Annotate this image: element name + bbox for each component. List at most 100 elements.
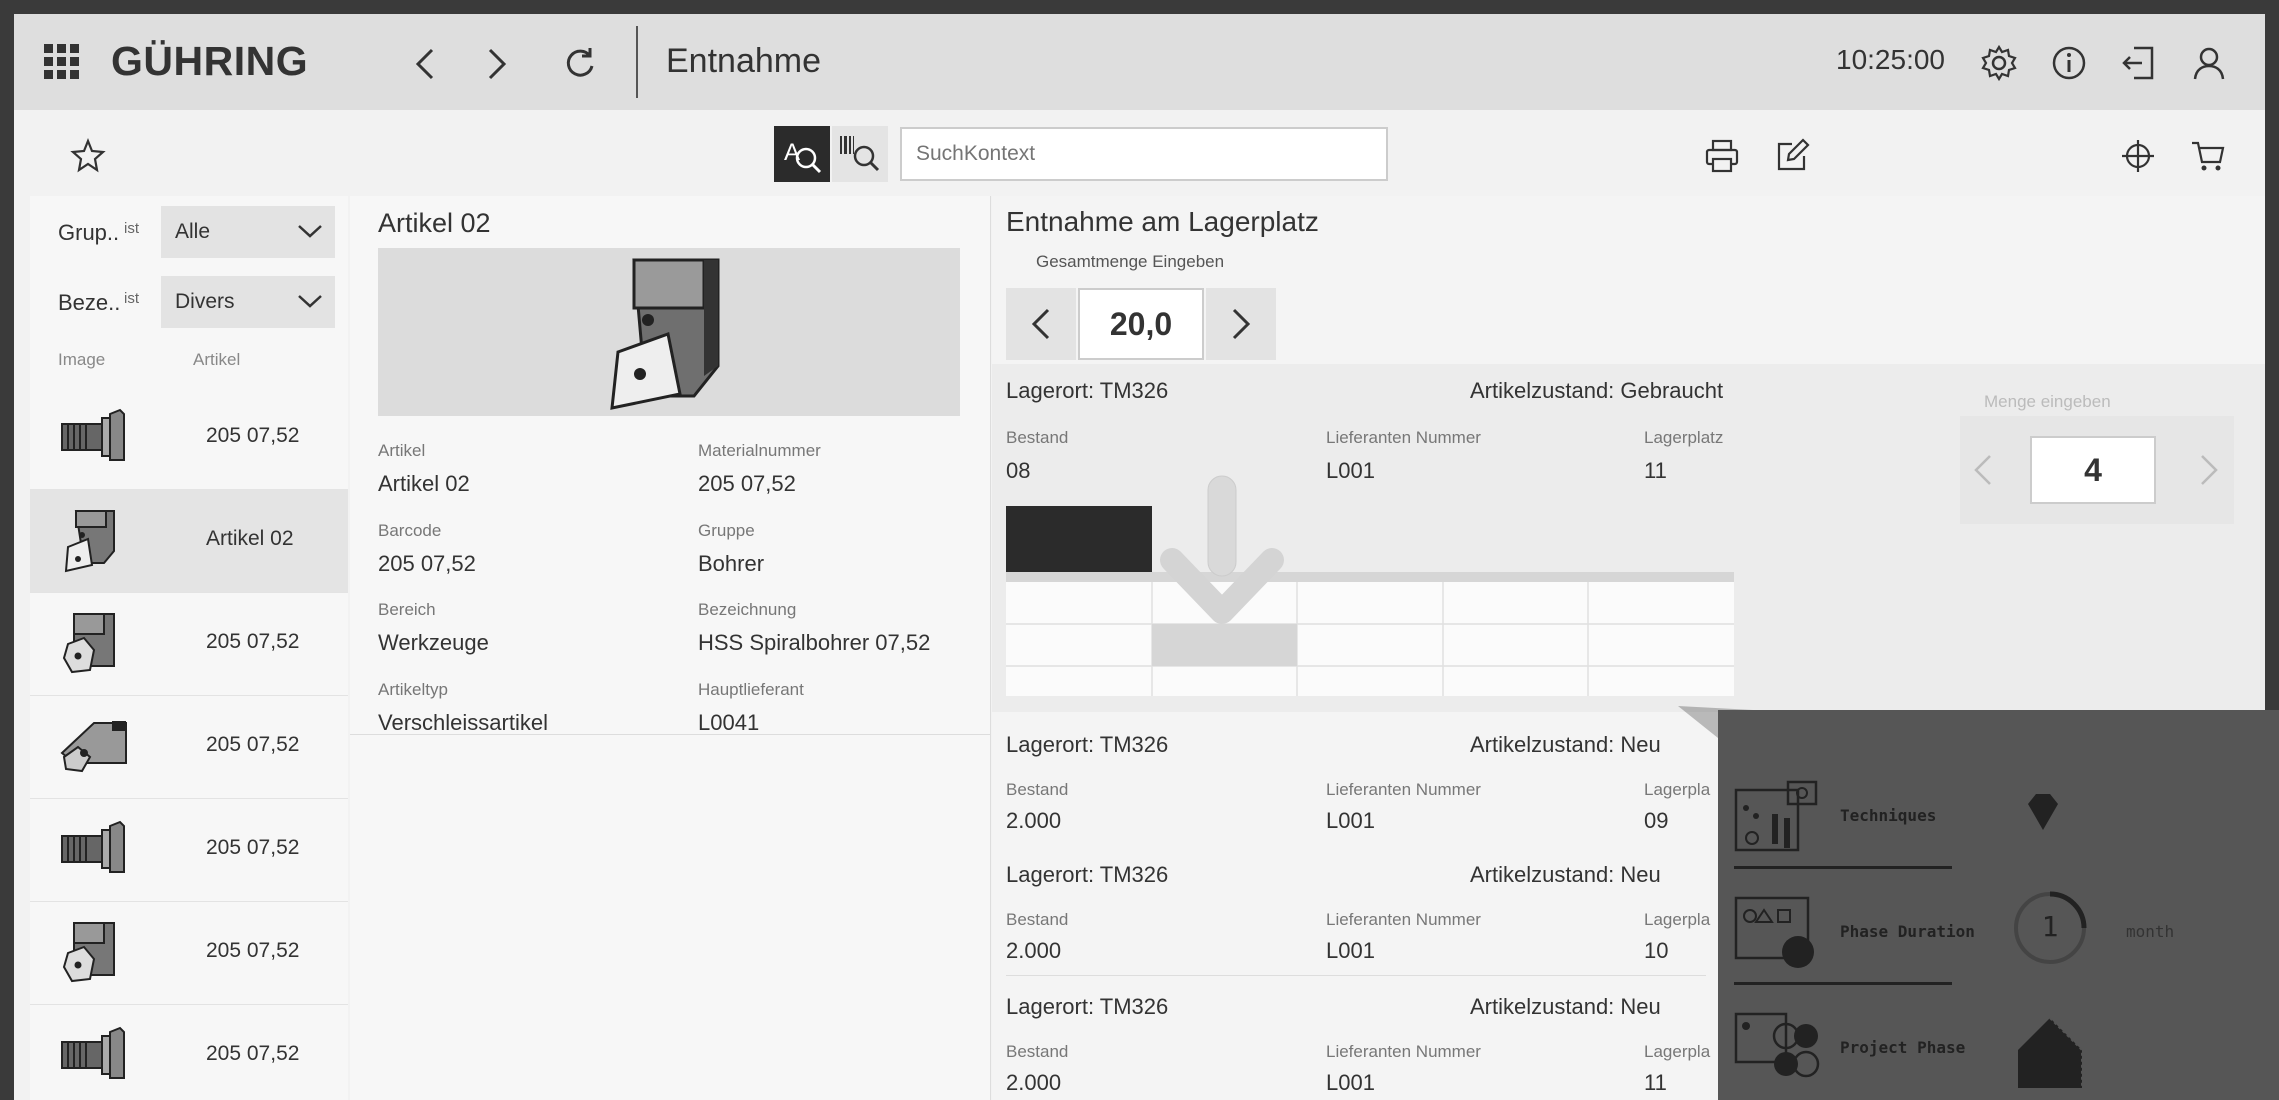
search-input[interactable]	[900, 127, 1388, 181]
field-value: Werkzeuge	[378, 630, 489, 655]
logout-icon[interactable]	[2120, 44, 2158, 82]
field-label: Materialnummer	[698, 441, 821, 460]
field-label: Gruppe	[698, 521, 755, 540]
chevron-down-icon	[298, 225, 322, 238]
field-value: Artikel 02	[378, 471, 470, 496]
filter-group-label: Grup..	[58, 220, 120, 245]
divider	[1734, 982, 1952, 985]
withdrawal-title: Entnahme am Lagerplatz	[1006, 206, 1319, 237]
place-label: Lagerpla	[1644, 910, 1711, 929]
list-item-label: 205 07,52	[206, 1042, 300, 1065]
list-item-selected[interactable]: Artikel 02	[30, 489, 348, 593]
total-quantity-label: Gesamtmenge Eingeben	[1036, 252, 1225, 271]
place-label: Lagerpla	[1644, 780, 1711, 799]
text-search-icon: A	[784, 139, 822, 174]
techniques-icon	[1734, 780, 1818, 852]
total-decrease-button[interactable]	[1006, 288, 1076, 360]
location-name: Lagerort: TM326	[1006, 994, 1169, 1019]
favorite-star-icon[interactable]	[70, 138, 106, 174]
quantity-input[interactable]: 4	[2030, 436, 2156, 504]
field-label: Artikel	[378, 441, 426, 460]
quantity-stepper[interactable]: 4	[1960, 416, 2234, 524]
top-bar: GÜHRING Entnahme 10:25:00	[14, 14, 2265, 110]
chevron-right-icon[interactable]	[2194, 452, 2224, 488]
article-detail-panel: Artikel 02 Artikel Artikel 02 Materialnu…	[350, 196, 991, 1100]
overlay-panel: Techniques Phase Duration 1 month Projec…	[1718, 710, 2279, 1100]
list-item[interactable]: 205 07,52	[30, 592, 348, 696]
list-item-label: Artikel 02	[206, 527, 294, 550]
filter-description-select[interactable]: Divers	[161, 276, 335, 328]
refresh-icon[interactable]	[560, 44, 600, 84]
phase-duration-value: 1	[2041, 910, 2059, 943]
filter-description-op: ist	[124, 290, 139, 307]
stock-label: Bestand	[1006, 780, 1069, 799]
text-search-toggle[interactable]: A	[774, 126, 830, 182]
arrow-down-icon	[1160, 475, 1284, 624]
cart-icon[interactable]	[2190, 138, 2226, 174]
stock-value: 2.000	[1006, 1070, 1062, 1095]
print-icon[interactable]	[1704, 138, 1740, 174]
shelf-grid[interactable]	[1006, 494, 1734, 696]
tool-holder-icon	[61, 1026, 125, 1079]
page-title: Entnahme	[666, 42, 821, 80]
article-image	[378, 248, 960, 416]
filter-description-value: Divers	[175, 290, 235, 313]
supplier-value: L001	[1326, 808, 1375, 833]
supplier-label: Lieferanten Nummer	[1326, 428, 1481, 447]
chevron-left-icon[interactable]	[1968, 452, 1998, 488]
column-header-image: Image	[58, 350, 106, 369]
insert-tool-icon	[610, 258, 720, 410]
apps-grid-icon[interactable]	[44, 44, 80, 80]
barcode-search-icon	[840, 136, 880, 172]
field-value: HSS Spiralbohrer 07,52	[698, 630, 931, 655]
list-item[interactable]: 205 07,52	[30, 901, 348, 1005]
filter-description-label: Beze..	[58, 290, 121, 315]
edit-icon[interactable]	[1774, 138, 1810, 174]
supplier-value: L001	[1326, 1070, 1375, 1095]
field-label: Bezeichnung	[698, 600, 797, 619]
filter-group-op: ist	[124, 220, 139, 237]
supplier-value: L001	[1326, 458, 1375, 483]
list-item[interactable]: 205 07,52	[30, 1004, 348, 1100]
forward-arrow-icon[interactable]	[476, 44, 516, 84]
place-label: Lagerpla	[1644, 1042, 1711, 1061]
list-item-label: 205 07,52	[206, 424, 300, 447]
list-item[interactable]: 205 07,52	[30, 386, 348, 490]
list-item-label: 205 07,52	[206, 630, 300, 653]
place-value: 09	[1644, 808, 1669, 833]
list-item[interactable]: 205 07,52	[30, 695, 348, 799]
chevron-right-icon	[1232, 308, 1251, 340]
total-quantity-input[interactable]: 20,0	[1078, 288, 1204, 360]
info-icon[interactable]	[2050, 44, 2088, 82]
locate-crosshair-icon[interactable]	[2120, 138, 2156, 174]
overlay-phase-duration-label: Phase Duration	[1840, 922, 1975, 941]
location-name: Lagerort: TM326	[1006, 732, 1169, 757]
gear-icon[interactable]	[1980, 44, 2018, 82]
location-block-selected[interactable]: Lagerort: TM326 Artikelzustand: Gebrauch…	[992, 364, 2265, 712]
field-value: 205 07,52	[378, 551, 476, 576]
field-value: Bohrer	[698, 551, 765, 576]
stock-label: Bestand	[1006, 1042, 1069, 1061]
barcode-search-toggle[interactable]	[832, 126, 888, 182]
back-arrow-icon[interactable]	[406, 44, 446, 84]
total-increase-button[interactable]	[1206, 288, 1276, 360]
divider	[350, 734, 990, 735]
header-divider	[636, 26, 638, 98]
tool-holder-icon	[61, 408, 125, 461]
filter-group-select[interactable]: Alle	[161, 206, 335, 258]
stock-label: Bestand	[1006, 428, 1069, 447]
list-item[interactable]: 205 07,52	[30, 798, 348, 902]
field-value: 205 07,52	[698, 471, 796, 496]
field-label: Artikeltyp	[378, 680, 448, 699]
user-icon[interactable]	[2190, 44, 2228, 82]
field-value: L0041	[698, 710, 760, 735]
list-item-label: 205 07,52	[206, 733, 300, 756]
quantity-label: Menge eingeben	[1984, 392, 2111, 411]
article-condition: Artikelzustand: Gebraucht	[1470, 378, 1724, 403]
stock-value: 2.000	[1006, 938, 1062, 963]
location-name: Lagerort: TM326	[1006, 378, 1169, 403]
overlay-techniques-label: Techniques	[1840, 806, 1937, 825]
brand-logo: GÜHRING	[111, 38, 309, 84]
article-condition: Artikelzustand: Neu	[1470, 994, 1661, 1019]
house-shape-icon	[2018, 1017, 2083, 1088]
